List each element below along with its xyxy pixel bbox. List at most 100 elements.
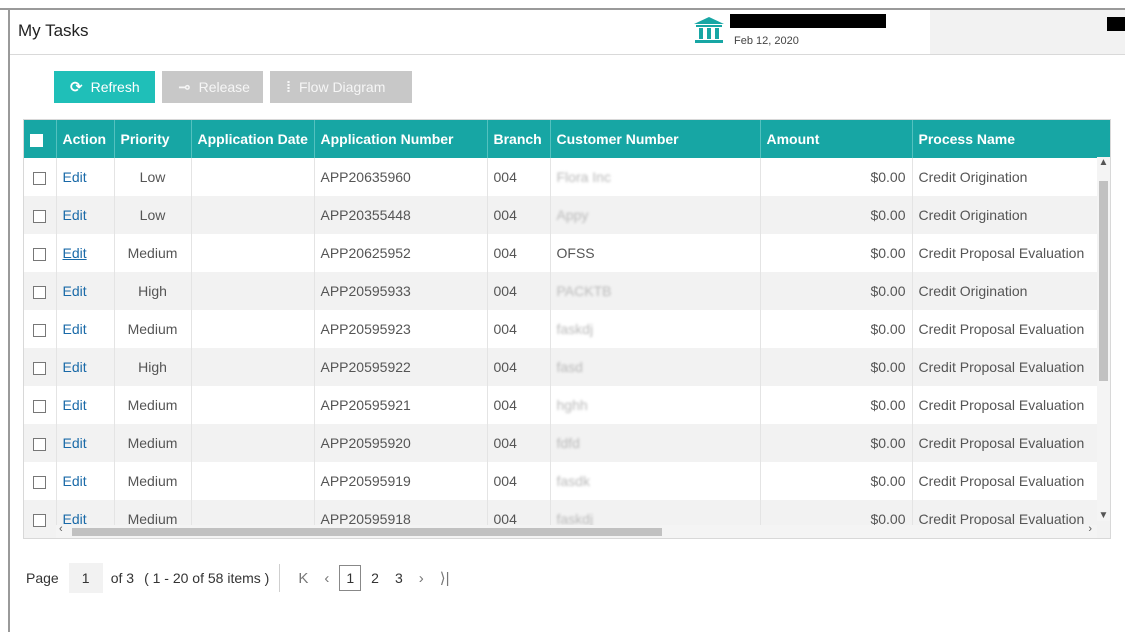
column-header-action[interactable]: Action: [56, 120, 115, 158]
row-checkbox[interactable]: [33, 399, 47, 413]
row-checkbox[interactable]: [33, 323, 47, 337]
edit-link[interactable]: Edit: [63, 359, 87, 375]
application-number-cell: APP20595921: [314, 386, 488, 424]
edit-link[interactable]: Edit: [63, 245, 87, 261]
flow-diagram-icon: ⁞: [286, 78, 291, 96]
table-header-row: Action Priority Application Date Applica…: [24, 120, 1110, 158]
branch-cell: 004: [487, 272, 551, 310]
application-number-cell: APP20635960: [314, 158, 488, 196]
page-link[interactable]: 2: [365, 566, 385, 590]
process-name-cell: Credit Proposal Evaluation: [912, 310, 1110, 348]
amount-cell: $0.00: [760, 158, 913, 196]
refresh-button[interactable]: ⟳ Refresh: [54, 71, 155, 103]
vertical-scroll-thumb[interactable]: [1099, 181, 1108, 381]
release-button[interactable]: ⊸ Release: [162, 71, 263, 103]
redacted-user-name: [730, 14, 886, 28]
priority-cell: High: [114, 348, 192, 386]
row-checkbox[interactable]: [33, 209, 47, 223]
edit-link[interactable]: Edit: [63, 169, 87, 185]
next-page-icon[interactable]: ›: [419, 570, 424, 587]
select-all-checkbox[interactable]: [30, 133, 43, 147]
horizontal-scrollbar[interactable]: ‹ ›: [56, 523, 1097, 538]
edit-link[interactable]: Edit: [63, 435, 87, 451]
process-name-cell: Credit Proposal Evaluation: [912, 234, 1110, 272]
scroll-down-icon[interactable]: ▼: [1097, 510, 1110, 521]
row-checkbox[interactable]: [33, 285, 47, 299]
row-select-cell: [24, 348, 57, 386]
page-link[interactable]: 1: [339, 565, 362, 591]
action-cell: Edit: [56, 158, 115, 196]
priority-cell: Medium: [114, 310, 192, 348]
items-range-label: ( 1 - 20 of 58 items ): [144, 570, 270, 586]
scroll-left-icon[interactable]: ‹: [59, 523, 63, 535]
column-header-customer-number[interactable]: Customer Number: [550, 120, 761, 158]
header-right-panel: [930, 10, 1125, 54]
table-row[interactable]: Edit High APP20595922 004 fasd $0.00 Credit Pr…: [24, 348, 1110, 386]
branch-cell: 004: [487, 234, 551, 272]
row-select-cell: [24, 310, 57, 348]
tasks-table: Action Priority Application Date Applica…: [24, 120, 1110, 538]
branch-cell: 004: [487, 196, 551, 234]
prev-page-icon[interactable]: ‹: [324, 570, 329, 587]
edit-link[interactable]: Edit: [63, 283, 87, 299]
toolbar: ⟳ Refresh ⊸ Release ⁞ Flow Diagram: [54, 71, 412, 103]
edit-link[interactable]: Edit: [63, 207, 87, 223]
frame-left-border: [8, 8, 10, 632]
action-cell: Edit: [56, 310, 115, 348]
row-checkbox[interactable]: [33, 171, 47, 185]
customer-number: OFSS: [556, 245, 595, 261]
application-number-cell: APP20595919: [314, 462, 488, 500]
first-page-icon[interactable]: K: [298, 570, 308, 587]
row-checkbox[interactable]: [33, 361, 47, 375]
page-number-input[interactable]: [68, 563, 103, 593]
refresh-label: Refresh: [90, 79, 140, 95]
edit-link[interactable]: Edit: [63, 473, 87, 489]
table-row[interactable]: Edit Medium APP20625952 004 OFSS $0.00 Credit …: [24, 234, 1110, 272]
column-header-branch[interactable]: Branch: [487, 120, 551, 158]
release-icon: ⊸: [178, 79, 191, 96]
application-date-cell: [191, 234, 315, 272]
branch-cell: 004: [487, 310, 551, 348]
page-link[interactable]: 3: [389, 566, 409, 590]
action-cell: Edit: [56, 196, 115, 234]
amount-cell: $0.00: [760, 424, 913, 462]
horizontal-scroll-thumb[interactable]: [72, 528, 662, 536]
pager-divider: [279, 564, 281, 592]
process-name-cell: Credit Proposal Evaluation: [912, 348, 1110, 386]
column-header-process-name[interactable]: Process Name: [912, 120, 1110, 158]
table-row[interactable]: Edit Medium APP20595919 004 fasdk $0.00 Credit…: [24, 462, 1110, 500]
priority-cell: Medium: [114, 234, 192, 272]
table-row[interactable]: Edit Medium APP20595921 004 hghh $0.00 Credit …: [24, 386, 1110, 424]
table-row[interactable]: Edit Low APP20355448 004 Appy $0.00 Credit Ori…: [24, 196, 1110, 234]
flow-diagram-button[interactable]: ⁞ Flow Diagram: [270, 71, 412, 103]
row-checkbox[interactable]: [33, 247, 47, 261]
row-select-cell: [24, 500, 57, 538]
column-header-priority[interactable]: Priority: [114, 120, 192, 158]
edit-link[interactable]: Edit: [63, 321, 87, 337]
application-date-cell: [191, 462, 315, 500]
table-row[interactable]: Edit High APP20595933 004 PACKTB $0.00 Credit …: [24, 272, 1110, 310]
tasks-grid: Action Priority Application Date Applica…: [23, 119, 1111, 539]
priority-cell: High: [114, 272, 192, 310]
vertical-scrollbar[interactable]: ▲ ▼: [1097, 157, 1110, 521]
scroll-right-icon[interactable]: ›: [1088, 523, 1092, 535]
table-row[interactable]: Edit Medium APP20595923 004 faskdj $0.00 Credi…: [24, 310, 1110, 348]
column-header-application-number[interactable]: Application Number: [314, 120, 488, 158]
column-header-amount[interactable]: Amount: [760, 120, 913, 158]
scroll-up-icon[interactable]: ▲: [1097, 157, 1110, 168]
edit-link[interactable]: Edit: [63, 397, 87, 413]
application-number-cell: APP20625952: [314, 234, 488, 272]
process-name-cell: Credit Origination: [912, 272, 1110, 310]
customer-number: Flora Inc: [556, 169, 611, 185]
table-row[interactable]: Edit Low APP20635960 004 Flora Inc $0.00 Credi…: [24, 158, 1110, 196]
pager: Page of 3 ( 1 - 20 of 58 items ) K ‹ 123…: [26, 563, 458, 593]
table-row[interactable]: Edit Medium APP20595920 004 fdfd $0.00 Credit …: [24, 424, 1110, 462]
header-date: Feb 12, 2020: [734, 35, 799, 47]
column-header-application-date[interactable]: Application Date: [191, 120, 315, 158]
row-select-cell: [24, 386, 57, 424]
amount-cell: $0.00: [760, 462, 913, 500]
row-checkbox[interactable]: [33, 437, 47, 451]
row-checkbox[interactable]: [33, 475, 47, 489]
last-page-icon[interactable]: ⟩|: [440, 569, 450, 587]
row-checkbox[interactable]: [33, 513, 47, 527]
